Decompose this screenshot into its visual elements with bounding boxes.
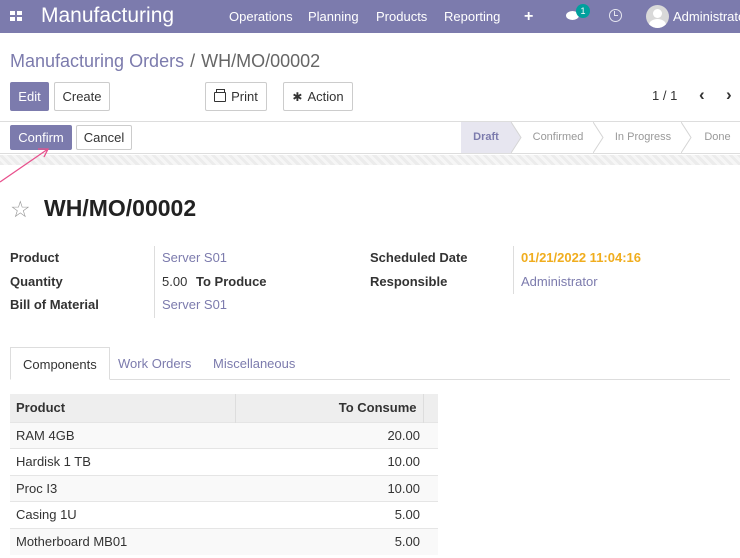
menu-planning[interactable]: Planning [308, 9, 359, 24]
tab-components[interactable]: Components [10, 347, 110, 380]
row-product: RAM 4GB [10, 421, 235, 449]
menu-products[interactable]: Products [376, 9, 427, 24]
messages-badge: 1 [576, 4, 590, 18]
stage-chevron [681, 122, 692, 153]
record-title: WH/MO/00002 [44, 195, 197, 221]
star-icon[interactable]: ☆ [10, 196, 31, 223]
field-divider [513, 246, 514, 294]
product-value[interactable]: Server S01 [162, 250, 227, 265]
responsible-value[interactable]: Administrator [521, 274, 598, 289]
pager-value[interactable]: 1 / 1 [652, 88, 677, 103]
responsible-label: Responsible [370, 274, 448, 289]
breadcrumb: Manufacturing Orders / WH/MO/00002 [10, 51, 320, 72]
column-to-consume[interactable]: To Consume [235, 394, 424, 422]
scheduled-date-value: 01/21/2022 11:04:16 [521, 250, 641, 265]
bom-value[interactable]: Server S01 [162, 297, 227, 312]
top-navbar: Manufacturing Operations Planning Produc… [0, 0, 740, 33]
plus-icon[interactable]: + [524, 8, 533, 26]
table-row[interactable]: Motherboard MB01 5.00 [10, 527, 438, 555]
table-row[interactable]: Proc I3 10.00 [10, 474, 438, 502]
product-label: Product [10, 250, 60, 265]
row-qty: 20.00 [235, 421, 438, 449]
table-header-row: Product To Consume [10, 394, 438, 422]
breadcrumb-current: WH/MO/00002 [201, 51, 321, 71]
app-name[interactable]: Manufacturing [41, 4, 174, 28]
stage-in-progress[interactable]: In Progress [605, 122, 681, 153]
print-button[interactable]: Print [205, 82, 267, 111]
column-product[interactable]: Product [10, 394, 236, 422]
status-bar: Confirm Cancel Draft Confirmed In Progre… [0, 121, 740, 154]
edit-button[interactable]: Edit [10, 82, 49, 111]
quantity-suffix: To Produce [196, 274, 267, 289]
annotation-arrow [0, 148, 50, 183]
breadcrumb-separator: / [190, 51, 196, 71]
stage-chevron [593, 122, 604, 153]
row-qty: 10.00 [235, 448, 438, 475]
column-optional [423, 394, 438, 422]
table-row[interactable]: RAM 4GB 20.00 [10, 421, 438, 449]
tab-work-orders[interactable]: Work Orders [118, 347, 191, 380]
row-product: Proc I3 [10, 474, 235, 502]
avatar[interactable] [646, 5, 669, 28]
stage-confirmed[interactable]: Confirmed [523, 122, 593, 153]
row-qty: 10.00 [235, 474, 438, 502]
action-label: Action [307, 89, 344, 104]
components-table: Product To Consume RAM 4GB 20.00 Hardisk… [10, 394, 438, 555]
table-row[interactable]: Hardisk 1 TB 10.00 [10, 448, 438, 475]
menu-operations[interactable]: Operations [229, 9, 293, 24]
user-name[interactable]: Administrator [673, 9, 740, 24]
gear-icon: ✱ [292, 89, 303, 104]
row-qty: 5.00 [235, 527, 438, 555]
table-row[interactable]: Casing 1U 5.00 [10, 501, 438, 528]
stage-draft[interactable]: Draft [461, 122, 511, 153]
bom-label: Bill of Material [10, 297, 99, 312]
stage-done[interactable]: Done [695, 122, 740, 153]
quantity-value: 5.00 [162, 274, 188, 289]
field-divider [154, 246, 155, 318]
row-qty: 5.00 [235, 501, 438, 528]
row-product: Motherboard MB01 [10, 527, 235, 555]
scheduled-date-label: Scheduled Date [370, 250, 468, 265]
apps-icon[interactable] [10, 11, 22, 22]
tab-miscellaneous[interactable]: Miscellaneous [213, 347, 295, 380]
print-label: Print [231, 89, 258, 104]
quantity-label: Quantity [10, 274, 63, 289]
menu-reporting[interactable]: Reporting [444, 9, 500, 24]
chevron-left-icon[interactable]: ‹ [699, 85, 705, 105]
stage-chevron [511, 122, 522, 153]
action-button[interactable]: ✱ Action [283, 82, 353, 111]
notebook-tabs: Components Work Orders Miscellaneous [10, 347, 730, 380]
chevron-right-icon[interactable]: › [726, 85, 732, 105]
row-product: Hardisk 1 TB [10, 448, 235, 475]
create-button[interactable]: Create [54, 82, 110, 111]
sheet-background [0, 155, 740, 165]
clock-icon[interactable] [609, 9, 622, 22]
cancel-button[interactable]: Cancel [76, 125, 132, 150]
breadcrumb-parent[interactable]: Manufacturing Orders [10, 51, 184, 71]
row-product: Casing 1U [10, 501, 235, 528]
printer-icon [214, 88, 227, 102]
